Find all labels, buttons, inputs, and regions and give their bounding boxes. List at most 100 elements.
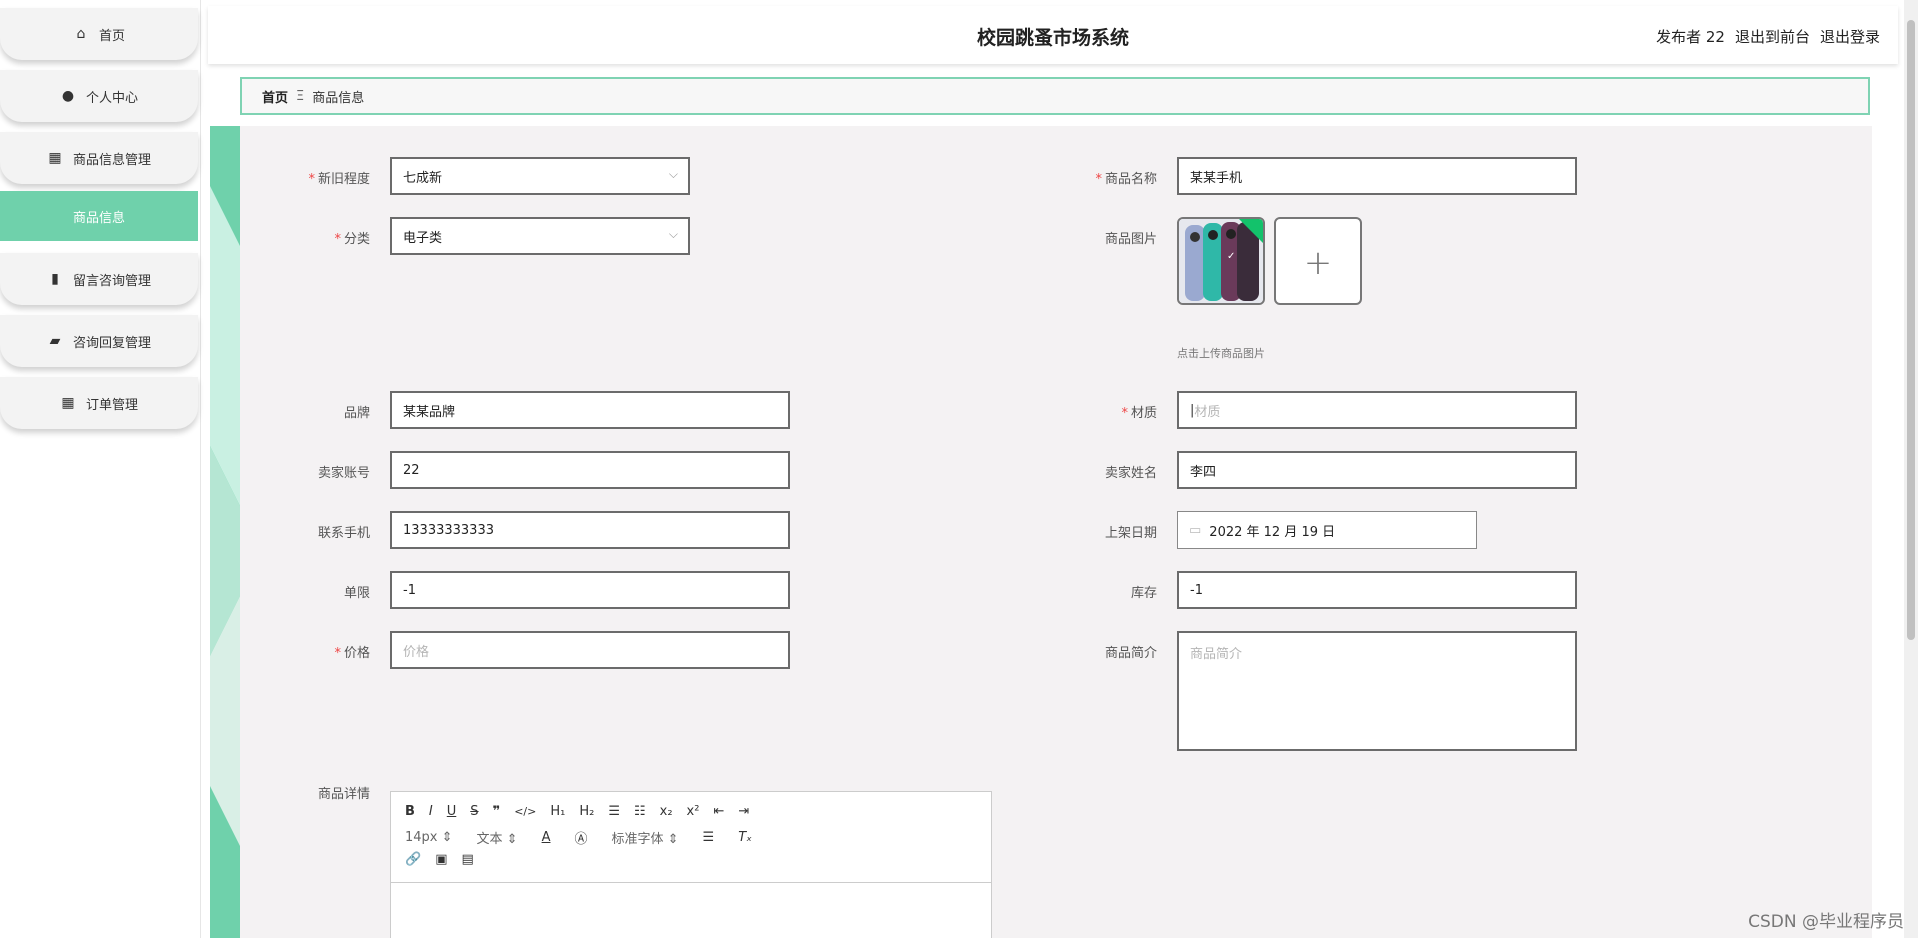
price-input[interactable]: 价格 xyxy=(390,631,790,669)
stock-input[interactable]: -1 xyxy=(1177,571,1577,609)
breadcrumb-home[interactable]: 首页 xyxy=(262,87,288,106)
limit-label: 单限 xyxy=(343,586,370,601)
top-header: 校园跳蚤市场系统 发布者 22 退出到前台 退出登录 xyxy=(208,6,1898,64)
limit-input[interactable]: -1 xyxy=(390,571,790,609)
material-input[interactable]: | 材质 xyxy=(1177,391,1577,429)
user-icon: ● xyxy=(61,88,75,104)
condition-label: * 新旧程度 xyxy=(308,172,370,187)
link-icon[interactable]: 🔗 xyxy=(405,852,421,867)
current-user: 发布者 22 xyxy=(1656,28,1725,46)
bullet-list-icon[interactable]: ☷ xyxy=(634,804,646,819)
font-size-select[interactable]: 14px ⇕ xyxy=(405,830,453,845)
editor-divider xyxy=(391,882,991,883)
stock-label: 库存 xyxy=(1130,586,1157,601)
chevron-down-icon: ⌵ xyxy=(668,227,678,241)
scrollbar-thumb[interactable] xyxy=(1907,20,1915,640)
intro-textarea[interactable]: 商品简介 xyxy=(1177,631,1577,751)
sidebar-item-label: 首页 xyxy=(98,28,125,44)
strike-icon[interactable]: S xyxy=(470,804,478,819)
product-form-panel: * 新旧程度 七成新 ⌵ * 商品名称 某某手机 * 分类 电子类 ⌵ 商品图片 ✓ + … xyxy=(210,126,1872,938)
outdent-icon[interactable]: ⇤ xyxy=(713,804,724,819)
breadcrumb-separator: Ξ xyxy=(296,88,305,104)
upload-hint: 点击上传商品图片 xyxy=(1177,347,1265,360)
upload-image-button[interactable]: + xyxy=(1274,217,1362,305)
condition-select[interactable]: 七成新 ⌵ xyxy=(390,157,690,195)
sidebar-item-label: 订单管理 xyxy=(85,397,138,413)
svg-text:✓: ✓ xyxy=(1227,251,1235,262)
sidebar-item-label: 留言咨询管理 xyxy=(72,273,151,289)
clear-format-icon[interactable]: Tₓ xyxy=(738,830,752,845)
h1-icon[interactable]: H₁ xyxy=(550,804,565,819)
phone-input[interactable]: 13333333333 xyxy=(390,511,790,549)
plus-icon: + xyxy=(1303,243,1333,283)
video-icon[interactable]: ▤ xyxy=(461,852,473,867)
seller-account-label: 卖家账号 xyxy=(317,466,370,481)
sidebar-item-label: 商品信息 xyxy=(72,210,125,226)
sidebar-item-order-management[interactable]: ▦ 订单管理 xyxy=(0,377,198,429)
sidebar-item-product-management[interactable]: ▦ 商品信息管理 xyxy=(0,132,198,184)
sidebar-item-profile[interactable]: ● 个人中心 xyxy=(0,70,198,122)
font-color-icon[interactable]: A xyxy=(542,830,551,845)
header-actions: 发布者 22 退出到前台 退出登录 xyxy=(1656,26,1880,47)
bold-icon[interactable]: B xyxy=(405,804,415,819)
brand-input[interactable]: 某某品牌 xyxy=(390,391,790,429)
breadcrumb-current: 商品信息 xyxy=(312,90,365,106)
indent-icon[interactable]: ⇥ xyxy=(738,804,749,819)
image-icon[interactable]: ▣ xyxy=(435,852,447,867)
watermark: CSDN @毕业程序员 xyxy=(1748,912,1904,932)
underline-icon[interactable]: U xyxy=(447,804,457,819)
paragraph-select[interactable]: 文本 ⇕ xyxy=(477,828,518,847)
sidebar-item-label: 个人中心 xyxy=(85,90,138,106)
sidebar-item-home[interactable]: ⌂ 首页 xyxy=(0,8,198,60)
phone-label: 联系手机 xyxy=(317,526,370,541)
rich-text-editor: B I U S ❞ </> H₁ H₂ ☰ ☷ x₂ x² ⇤ ⇥ 14px ⇕… xyxy=(390,791,992,938)
price-label: * 价格 xyxy=(334,646,370,661)
wallet-icon: ▰ xyxy=(49,333,61,349)
product-name-input[interactable]: 某某手机 xyxy=(1177,157,1577,195)
font-family-select[interactable]: 标准字体 ⇕ xyxy=(612,828,679,847)
sidebar: ⌂ 首页 ● 个人中心 ▦ 商品信息管理 商品信息 ▮ 留言咨询管理 ▰ 咨询回… xyxy=(0,0,201,938)
quote-icon[interactable]: ❞ xyxy=(493,804,501,819)
grid-icon: ▦ xyxy=(61,395,75,411)
exit-to-front-link[interactable]: 退出到前台 xyxy=(1735,26,1810,47)
home-icon: ⌂ xyxy=(76,26,86,42)
intro-label: 商品简介 xyxy=(1104,646,1157,661)
sidebar-item-message-management[interactable]: ▮ 留言咨询管理 xyxy=(0,253,198,305)
editor-toolbar-row-2: 14px ⇕ 文本 ⇕ A Ⓐ 标准字体 ⇕ ☰ Tₓ xyxy=(405,828,752,847)
h2-icon[interactable]: H₂ xyxy=(579,804,594,819)
calendar-icon: ▭ xyxy=(1189,522,1202,538)
ordered-list-icon[interactable]: ☰ xyxy=(608,804,620,819)
sidebar-item-product-info[interactable]: 商品信息 xyxy=(0,191,198,241)
logout-link[interactable]: 退出登录 xyxy=(1820,26,1880,47)
editor-toolbar-row-3: 🔗 ▣ ▤ xyxy=(405,852,474,867)
material-label: * 材质 xyxy=(1121,406,1157,421)
listing-date-label: 上架日期 xyxy=(1104,526,1157,541)
detail-label: 商品详情 xyxy=(317,787,370,802)
grid-icon: ▦ xyxy=(48,150,62,166)
seller-name-label: 卖家姓名 xyxy=(1104,466,1157,481)
page-scrollbar[interactable] xyxy=(1904,0,1918,938)
seller-account-input[interactable]: 22 xyxy=(390,451,790,489)
product-image-thumbnail[interactable]: ✓ xyxy=(1177,217,1265,305)
brand-label: 品牌 xyxy=(343,406,370,421)
category-select[interactable]: 电子类 ⌵ xyxy=(390,217,690,255)
code-icon[interactable]: </> xyxy=(514,805,536,818)
subscript-icon[interactable]: x₂ xyxy=(660,804,673,819)
align-icon[interactable]: ☰ xyxy=(703,830,715,845)
phone-image: ✓ xyxy=(1179,219,1263,303)
breadcrumb: 首页 Ξ 商品信息 xyxy=(240,77,1870,115)
listing-date-picker[interactable]: ▭ 2022 年 12 月 19 日 xyxy=(1177,511,1477,549)
background-color-icon[interactable]: Ⓐ xyxy=(574,828,587,847)
editor-toolbar-row-1: B I U S ❞ </> H₁ H₂ ☰ ☷ x₂ x² ⇤ ⇥ xyxy=(405,804,749,819)
sidebar-item-label: 咨询回复管理 xyxy=(72,335,151,351)
product-name-label: * 商品名称 xyxy=(1095,172,1157,187)
chevron-down-icon: ⌵ xyxy=(668,167,678,181)
category-label: * 分类 xyxy=(334,232,370,247)
sidebar-item-reply-management[interactable]: ▰ 咨询回复管理 xyxy=(0,315,198,367)
app-title: 校园跳蚤市场系统 xyxy=(976,27,1129,49)
book-icon: ▮ xyxy=(51,271,59,287)
seller-name-input[interactable]: 李四 xyxy=(1177,451,1577,489)
italic-icon[interactable]: I xyxy=(429,804,433,819)
superscript-icon[interactable]: x² xyxy=(687,804,700,819)
sidebar-item-label: 商品信息管理 xyxy=(72,152,151,168)
